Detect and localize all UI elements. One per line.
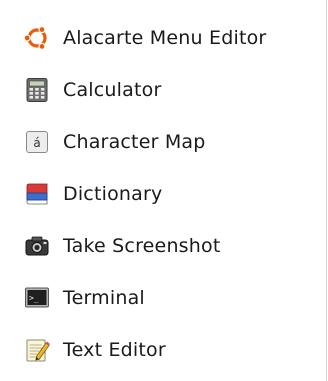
terminal-icon: >_ [24,285,50,311]
applications-menu: Alacarte Menu Editor Calculator á Charac… [0,0,327,381]
menu-item-calculator[interactable]: Calculator [0,64,326,116]
menu-item-alacarte[interactable]: Alacarte Menu Editor [0,12,326,64]
menu-item-take-screenshot[interactable]: Take Screenshot [0,220,326,272]
text-editor-icon [24,337,50,363]
svg-text:>_: >_ [29,294,39,303]
dictionary-book-icon [24,181,50,207]
menu-item-terminal[interactable]: >_ Terminal [0,272,326,324]
menu-item-dictionary[interactable]: Dictionary [0,168,326,220]
calculator-icon [24,77,50,103]
menu-item-label: Character Map [63,131,206,153]
menu-item-text-editor[interactable]: Text Editor [0,324,326,376]
camera-icon [24,233,50,259]
character-map-icon: á [24,129,50,155]
menu-item-label: Text Editor [63,339,166,361]
menu-item-label: Calculator [63,79,162,101]
menu-item-label: Terminal [63,287,145,309]
ubuntu-logo-icon [24,25,50,51]
menu-item-label: Take Screenshot [63,235,221,257]
svg-text:á: á [33,136,40,150]
menu-item-label: Dictionary [63,183,163,205]
menu-item-character-map[interactable]: á Character Map [0,116,326,168]
menu-item-label: Alacarte Menu Editor [63,27,267,49]
